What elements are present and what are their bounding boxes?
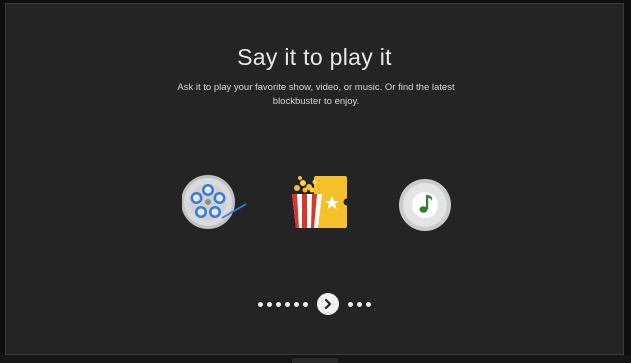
pager-dot [348, 301, 353, 307]
pager-dot [276, 301, 281, 307]
onboarding-pager [6, 292, 623, 316]
pager-dot [267, 301, 272, 307]
popcorn-ticket-icon [288, 174, 351, 234]
pager-dot [366, 301, 371, 307]
film-reel-icon [181, 174, 248, 230]
pager-dot [303, 301, 308, 307]
tv-screen: Say it to play it Ask it to play your fa… [5, 3, 624, 355]
page-title: Say it to play it [237, 44, 392, 70]
chevron-right-icon [324, 298, 332, 310]
music-note-icon [398, 178, 454, 232]
pager-dot [357, 301, 362, 307]
pager-dot [294, 301, 299, 307]
pager-dot [285, 301, 290, 307]
tv-stand [0, 355, 631, 363]
next-button[interactable] [317, 293, 339, 315]
pager-dot [258, 301, 263, 307]
page-subtitle: Ask it to play your favorite show, video… [177, 82, 455, 107]
